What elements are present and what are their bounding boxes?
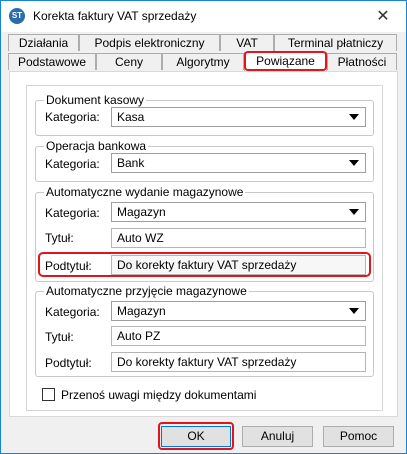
tab-ceny[interactable]: Ceny — [96, 53, 162, 70]
close-icon: ✕ — [376, 8, 390, 25]
tab-podpis-elektroniczny[interactable]: Podpis elektroniczny — [79, 34, 220, 51]
podtytul-label: Podtytuł: — [45, 356, 92, 370]
group-title: Dokument kasowy — [44, 93, 147, 107]
wydanie-tytul-input[interactable]: Auto WZ — [111, 228, 366, 248]
highlight-ok-button — [158, 422, 234, 450]
przyjecie-tytul-input[interactable]: Auto PZ — [111, 326, 366, 346]
highlight-podtytul-row — [38, 252, 371, 277]
group-title: Automatyczne przyjęcie magazynowe — [44, 284, 249, 298]
input-value: Auto WZ — [117, 231, 164, 245]
input-value: Do korekty faktury VAT sprzedaży — [117, 355, 297, 369]
chevron-down-icon — [349, 308, 359, 314]
tab-terminal-platniczy[interactable]: Terminal płatniczy — [274, 34, 397, 51]
select-value: Kasa — [117, 110, 145, 124]
tab-vat[interactable]: VAT — [220, 34, 274, 51]
kategoria-label: Kategoria: — [45, 305, 100, 319]
window-title: Korekta faktury VAT sprzedaży — [33, 9, 197, 23]
kategoria-label: Kategoria: — [45, 110, 100, 124]
kategoria-label: Kategoria: — [45, 157, 100, 171]
chevron-down-icon — [349, 114, 359, 120]
input-value: Auto PZ — [117, 329, 161, 343]
kategoria-label: Kategoria: — [45, 206, 100, 220]
checkbox-label: Przenoś uwagi między dokumentami — [61, 388, 257, 402]
help-button[interactable]: Pomoc — [323, 426, 394, 447]
select-value: Bank — [117, 156, 145, 170]
tab-algorytmy[interactable]: Algorytmy — [162, 53, 244, 70]
chevron-down-icon — [349, 209, 359, 215]
przyjecie-category-select[interactable]: Magazyn — [111, 301, 366, 321]
select-value: Magazyn — [117, 304, 166, 318]
app-icon: ST — [9, 8, 25, 24]
tytul-label: Tytuł: — [45, 330, 74, 344]
wydanie-category-select[interactable]: Magazyn — [111, 202, 366, 222]
highlight-tab-powiazane — [244, 51, 327, 71]
tytul-label: Tytuł: — [45, 231, 74, 245]
przyjecie-podtytul-input[interactable]: Do korekty faktury VAT sprzedaży — [111, 352, 366, 372]
group-title: Operacja bankowa — [44, 139, 149, 153]
tab-podstawowe[interactable]: Podstawowe — [8, 53, 96, 70]
select-value: Magazyn — [117, 205, 166, 219]
kasa-category-select[interactable]: Kasa — [111, 107, 366, 127]
group-title: Automatyczne wydanie magazynowe — [44, 185, 246, 199]
tab-dzialania[interactable]: Działania — [8, 34, 79, 51]
dialog-window: ST Korekta faktury VAT sprzedaży ✕ Dział… — [0, 0, 407, 454]
bank-category-select[interactable]: Bank — [111, 153, 366, 173]
przenos-uwagi-checkbox[interactable] — [42, 388, 55, 401]
cancel-button[interactable]: Anuluj — [242, 426, 313, 447]
tab-platnosci[interactable]: Płatności — [327, 53, 397, 70]
close-button[interactable]: ✕ — [366, 6, 400, 28]
title-bar: ST Korekta faktury VAT sprzedaży ✕ — [1, 1, 406, 32]
chevron-down-icon — [349, 160, 359, 166]
